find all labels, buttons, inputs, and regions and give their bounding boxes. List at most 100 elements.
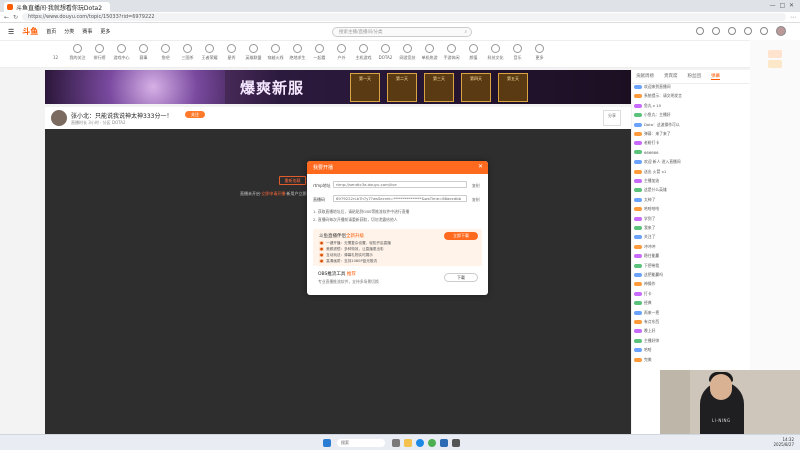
category-item[interactable]: 更多 xyxy=(530,44,549,61)
chat-message[interactable]: 下把带我 xyxy=(634,263,748,269)
nav-events[interactable]: 赛事 xyxy=(82,28,92,35)
tab-danmu[interactable]: 弹幕 xyxy=(711,73,720,80)
chrome-icon[interactable] xyxy=(428,439,436,447)
download-icon[interactable] xyxy=(728,27,736,35)
category-item[interactable]: 主机游戏 xyxy=(354,44,373,61)
chat-message[interactable]: 经典 xyxy=(634,300,748,306)
category-item[interactable]: 穿越火线 xyxy=(266,44,285,61)
server-field[interactable]: rtmp://sendtc3a.douyu.com/live xyxy=(333,181,467,188)
nav-category[interactable]: 分类 xyxy=(64,28,74,35)
window-controls[interactable]: — □ ✕ xyxy=(770,2,794,9)
message-icon[interactable] xyxy=(712,27,720,35)
chat-message[interactable]: 送出 火箭 x1 xyxy=(634,169,748,175)
category-item[interactable]: 音乐 xyxy=(508,44,527,61)
chat-message[interactable]: 有点东西 xyxy=(634,319,748,325)
category-item[interactable]: 户外 xyxy=(332,44,351,61)
chat-message[interactable]: 这是什么英雄 xyxy=(634,187,748,193)
category-item[interactable]: 游戏中心 xyxy=(112,44,131,61)
promo-banner[interactable]: 爆爽新服 第一天 第二天 第三天 第四天 第五天 xyxy=(45,70,631,104)
history-icon[interactable] xyxy=(696,27,704,35)
browser-tab[interactable]: 斗鱼直播间·我就想看你玩Dota2 xyxy=(4,2,110,12)
live-icon[interactable] xyxy=(760,27,768,35)
chat-message[interactable]: 晚上好 xyxy=(634,328,748,334)
url-input[interactable]: https://www.douyu.com/topic/15033?rid=69… xyxy=(22,13,786,21)
promo-download-button[interactable]: 立即下载 xyxy=(444,232,478,240)
task-view-icon[interactable] xyxy=(392,439,400,447)
category-item[interactable]: 王者荣耀 xyxy=(200,44,219,61)
follow-button[interactable]: 关注 xyxy=(185,111,205,118)
chat-message[interactable]: 666666 xyxy=(634,150,748,155)
nav-more[interactable]: 更多 xyxy=(100,28,110,35)
tab-vip[interactable]: 贵宾席 xyxy=(664,73,678,80)
gift-icon[interactable] xyxy=(768,60,782,68)
chat-message[interactable]: 我来了 xyxy=(634,225,748,231)
edge-icon[interactable] xyxy=(416,439,424,447)
category-item[interactable]: 科技文化 xyxy=(486,44,505,61)
chat-message[interactable]: 这把能赢吗 xyxy=(634,272,748,278)
category-item[interactable]: 手游休闲 xyxy=(442,44,461,61)
copy-key-button[interactable]: 复制 xyxy=(472,197,480,203)
category-item[interactable]: 网游竞技 xyxy=(398,44,417,61)
category-item[interactable]: DOTA2 xyxy=(376,44,395,60)
obs-download-button[interactable]: 下载 xyxy=(444,273,478,282)
category-item[interactable]: 颜值 xyxy=(464,44,483,61)
category-item[interactable]: 排行榜 xyxy=(90,44,109,61)
file-explorer-icon[interactable] xyxy=(404,439,412,447)
chat-message[interactable]: 主播好帅 xyxy=(634,338,748,344)
task-icon[interactable] xyxy=(744,27,752,35)
refresh-icon[interactable]: ↻ xyxy=(13,14,18,21)
key-field[interactable]: 6979222rLbTh7y7?wsSecret=***************… xyxy=(333,195,467,202)
chat-message[interactable]: 神操作 xyxy=(634,281,748,287)
store-icon[interactable] xyxy=(440,439,448,447)
copy-server-button[interactable]: 复制 xyxy=(472,183,480,189)
menu-dots-icon[interactable]: ⋯ xyxy=(790,14,796,21)
apply-link[interactable]: 立即申请开播 xyxy=(261,191,285,196)
obs-icon[interactable] xyxy=(452,439,460,447)
search-icon[interactable]: ⌕ xyxy=(464,29,467,35)
nav-home[interactable]: 首页 xyxy=(46,28,56,35)
category-item[interactable]: 我的关注 xyxy=(68,44,87,61)
hamburger-icon[interactable]: ☰ xyxy=(8,28,14,36)
chat-message[interactable]: 太神了 xyxy=(634,197,748,203)
category-item[interactable]: 绝地求生 xyxy=(288,44,307,61)
taskbar-search[interactable]: 搜索 xyxy=(337,439,385,447)
category-item[interactable]: 一起看 xyxy=(310,44,329,61)
close-icon[interactable]: ✕ xyxy=(478,163,483,170)
category-item[interactable]: 单机热游 xyxy=(420,44,439,61)
chat-message[interactable]: 欢迎来到直播间 xyxy=(634,84,748,90)
chat-message[interactable]: 哈哈 xyxy=(634,347,748,353)
chat-message[interactable]: 弹幕：来了来了 xyxy=(634,131,748,137)
chat-message[interactable]: 学到了 xyxy=(634,216,748,222)
category-item[interactable]: 三国杀 xyxy=(178,44,197,61)
search-input[interactable]: 搜索主播/直播间/分类 ⌕ xyxy=(332,27,472,37)
back-icon[interactable]: ← xyxy=(4,14,9,21)
windows-start-icon[interactable] xyxy=(323,439,331,447)
chat-message[interactable]: 系统提示：请文明发言 xyxy=(634,93,748,99)
tab-rank[interactable]: 贡献周榜 xyxy=(636,73,654,80)
category-item[interactable]: 赛事 xyxy=(134,44,153,61)
chat-message[interactable]: 欢迎 新人 进入直播间 xyxy=(634,159,748,165)
chat-message[interactable]: 再来一把 xyxy=(634,310,748,316)
chat-message[interactable]: Dota：这波操作可以 xyxy=(634,122,748,128)
chat-message[interactable]: 哈哈哈哈 xyxy=(634,206,748,212)
share-button[interactable]: 分享 xyxy=(603,110,621,126)
chat-message[interactable]: 小鱼丸：主播好 xyxy=(634,112,748,118)
chat-message[interactable]: 关注了 xyxy=(634,234,748,240)
category-item[interactable]: 12 xyxy=(46,44,65,60)
gift-icon[interactable] xyxy=(768,50,782,58)
chat-message[interactable]: 老粉打卡 xyxy=(634,140,748,146)
chat-message[interactable]: 稳住能赢 xyxy=(634,253,748,259)
category-item[interactable]: 英雄联盟 xyxy=(244,44,263,61)
category-item[interactable]: 星秀 xyxy=(222,44,241,61)
reload-button[interactable]: 重新加载 xyxy=(279,176,306,185)
site-logo[interactable]: 斗鱼 xyxy=(22,26,38,37)
tab-fans[interactable]: 粉丝团 xyxy=(688,73,702,80)
streamer-avatar[interactable] xyxy=(51,110,67,126)
chat-message[interactable]: 主播加油 xyxy=(634,178,748,184)
category-item[interactable]: 鱼吧 xyxy=(156,44,175,61)
clock[interactable]: 14:32 2025/8/27 xyxy=(773,437,794,447)
avatar[interactable] xyxy=(776,26,786,36)
chat-message[interactable]: 完美 xyxy=(634,357,748,363)
chat-message[interactable]: 鱼丸 x 10 xyxy=(634,103,748,109)
chat-message[interactable]: 打卡 xyxy=(634,291,748,297)
